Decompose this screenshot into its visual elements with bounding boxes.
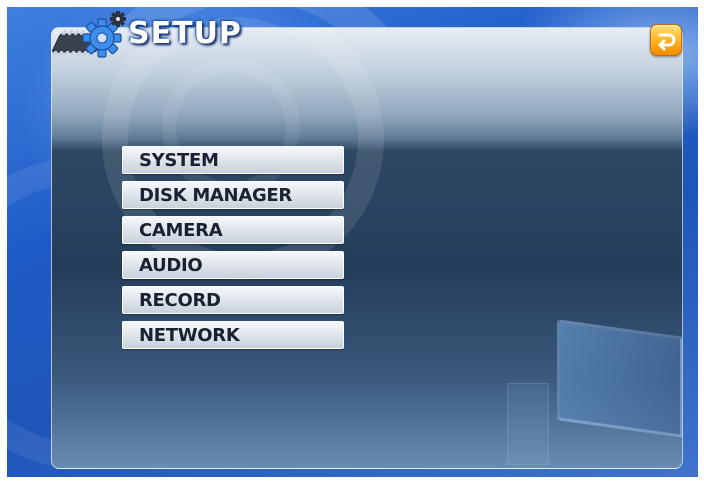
monitor-decoration-base [507,383,549,465]
exit-button[interactable] [650,24,682,56]
gear-icon [82,11,126,58]
menu-item-network[interactable]: NETWORK [122,321,344,349]
menu-item-disk-manager[interactable]: DISK MANAGER [122,181,344,209]
title-bar: SETUP [44,10,284,60]
monitor-decoration [557,319,682,438]
desktop-background: SYSTEM DISK MANAGER CAMERA AUDIO RECORD … [7,7,698,477]
menu-item-record[interactable]: RECORD [122,286,344,314]
menu-item-system[interactable]: SYSTEM [122,146,344,174]
menu-item-audio[interactable]: AUDIO [122,251,344,279]
menu-item-camera[interactable]: CAMERA [122,216,344,244]
return-arrow-icon [658,33,676,51]
setup-menu: SYSTEM DISK MANAGER CAMERA AUDIO RECORD … [122,146,348,356]
page-title: SETUP [128,16,242,51]
setup-panel: SYSTEM DISK MANAGER CAMERA AUDIO RECORD … [51,27,683,469]
